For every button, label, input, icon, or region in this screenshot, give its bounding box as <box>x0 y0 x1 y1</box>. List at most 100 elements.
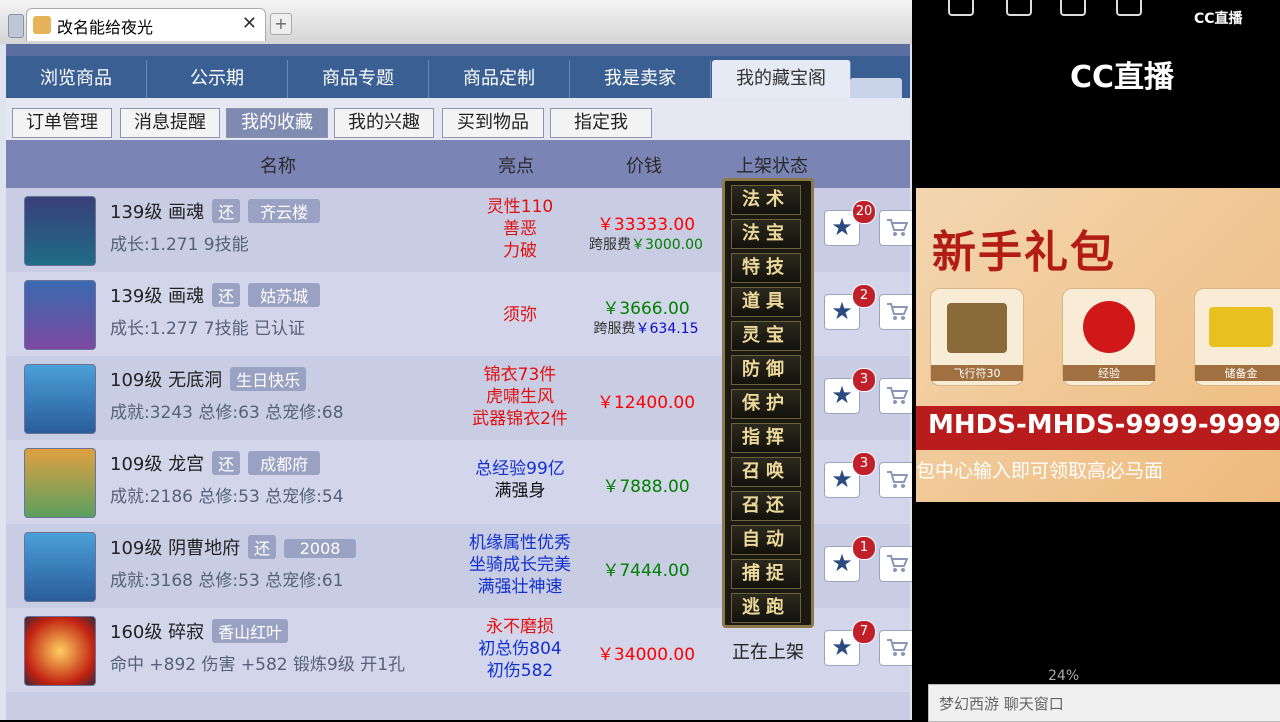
command-artifact[interactable]: 法宝 <box>731 219 801 249</box>
zoom-level: 24% <box>1048 668 1080 684</box>
character-avatar <box>24 532 96 602</box>
weapon-avatar <box>24 616 96 686</box>
banner-title: 新手礼包 <box>932 227 1116 278</box>
tab-topics[interactable]: 商品专题 <box>288 60 429 98</box>
cc-watermark: CC直播 <box>1194 11 1243 27</box>
header-name: 名称 <box>260 156 296 177</box>
pen-icon[interactable] <box>948 0 974 16</box>
header-price: 价钱 <box>626 156 662 177</box>
command-auto[interactable]: 自动 <box>731 525 801 555</box>
cart-icon[interactable] <box>879 378 912 414</box>
gift-item: 经验 <box>1062 288 1156 386</box>
gift-item: 飞行符30 <box>930 288 1024 386</box>
listing-status: 正在上架 <box>732 642 804 663</box>
price: ￥33333.00 <box>596 215 696 235</box>
character-avatar <box>24 280 96 350</box>
character-avatar <box>24 448 96 518</box>
character-stats: 成就:2186 总修:53 总宠修:54 <box>110 487 344 507</box>
tab-browse[interactable]: 浏览商品 <box>6 60 147 98</box>
highlights: 永不磨损 初总伤804 初伤582 <box>478 617 562 681</box>
command-special[interactable]: 特技 <box>731 253 801 283</box>
character-title: 139级 画魂还齐云楼 <box>110 198 321 224</box>
command-spell[interactable]: 法术 <box>731 185 801 215</box>
favorite-count-badge: 3 <box>852 368 876 392</box>
cart-icon[interactable] <box>879 294 912 330</box>
price: ￥7444.00 <box>602 561 690 581</box>
character-stats: 成长:1.277 7技能 已认证 <box>110 319 306 339</box>
command-capture[interactable]: 捕捉 <box>731 559 801 589</box>
chat-window-bar[interactable]: 梦幻西游 聊天窗口 <box>928 684 1280 722</box>
tab-public[interactable]: 公示期 <box>147 60 288 98</box>
sub-nav: 订单管理 消息提醒 我的收藏 我的兴趣 买到物品 指定我 <box>6 98 910 140</box>
favorite-count-badge: 3 <box>852 452 876 476</box>
favorite-count-badge: 20 <box>852 200 876 224</box>
main-nav: 浏览商品 公示期 商品专题 商品定制 我是卖家 我的藏宝阁 <box>6 56 910 102</box>
command-item[interactable]: 道具 <box>731 287 801 317</box>
highlights: 锦衣73件 虎啸生风 武器锦衣2件 <box>472 365 568 429</box>
cross-server-fee: 跨服费￥3000.00 <box>589 237 703 253</box>
purchased-items-button[interactable]: 买到物品 <box>442 108 544 138</box>
tab-my-treasure[interactable]: 我的藏宝阁 <box>712 60 851 98</box>
assigned-to-me-button[interactable]: 指定我 <box>550 108 652 138</box>
item-stats: 命中 +892 伤害 +582 锻炼9级 开1孔 <box>110 655 406 675</box>
command-flee[interactable]: 逃跑 <box>731 593 801 623</box>
character-stats: 成就:3168 总修:53 总宠修:61 <box>110 571 344 591</box>
window-tab-title: 改名能给夜光 <box>57 18 154 37</box>
tab-custom[interactable]: 商品定制 <box>429 60 570 98</box>
highlights: 机缘属性优秀 坐骑成长完美 满强壮神速 <box>469 533 571 597</box>
price: ￥12400.00 <box>596 393 696 413</box>
newbie-gift-banner: 新手礼包 飞行符30 经验 储备金 MHDS-MHDS-9999-9999 包中… <box>916 188 1280 502</box>
my-favorites-button[interactable]: 我的收藏 <box>226 108 328 138</box>
cart-icon[interactable] <box>879 630 912 666</box>
cart-icon[interactable] <box>879 546 912 582</box>
character-stats: 成长:1.271 9技能 <box>110 235 249 255</box>
order-management-button[interactable]: 订单管理 <box>12 108 112 138</box>
new-tab-button[interactable]: + <box>270 13 292 35</box>
command-recall[interactable]: 召还 <box>731 491 801 521</box>
cart-icon[interactable] <box>879 462 912 498</box>
favorite-count-badge: 2 <box>852 284 876 308</box>
cross-server-fee: 跨服费￥634.15 <box>593 321 699 337</box>
chat-window-label: 梦幻西游 聊天窗口 <box>939 695 1064 713</box>
highlights: 灵性110 善恶 力破 <box>486 197 554 261</box>
command-defend[interactable]: 防御 <box>731 355 801 385</box>
character-title: 139级 画魂还姑苏城 <box>110 282 321 308</box>
app-icon <box>33 16 51 34</box>
redeem-code: MHDS-MHDS-9999-9999 <box>928 410 1280 440</box>
price: ￥7888.00 <box>602 477 690 497</box>
more-icon[interactable] <box>1116 0 1142 16</box>
command-spirit[interactable]: 灵宝 <box>731 321 801 351</box>
command-protect[interactable]: 保护 <box>731 389 801 419</box>
highlights: 须弥 <box>503 305 537 325</box>
my-interests-button[interactable]: 我的兴趣 <box>334 108 434 138</box>
trash-icon[interactable] <box>1060 0 1086 16</box>
stream-panel: CC直播 CC直播 新手礼包 飞行符30 经验 储备金 MHDS-MHDS-99… <box>912 0 1280 722</box>
header-status: 上架状态 <box>736 156 808 177</box>
header-highlight: 亮点 <box>498 156 534 177</box>
redeem-code-strip: MHDS-MHDS-9999-9999 <box>916 406 1280 450</box>
character-title: 109级 龙宫还成都府 <box>110 450 321 476</box>
window-tab[interactable]: 改名能给夜光 ✕ <box>26 8 266 41</box>
character-avatar <box>24 364 96 434</box>
character-avatar <box>24 196 96 266</box>
price: ￥34000.00 <box>596 645 696 665</box>
favorite-count-badge: 1 <box>852 536 876 560</box>
close-tab-icon[interactable]: ✕ <box>242 13 257 34</box>
gift-item: 储备金 <box>1194 288 1280 386</box>
window-tabstrip: 改名能给夜光 ✕ + <box>0 0 912 44</box>
character-title: 109级 无底洞 生日快乐 <box>110 366 307 392</box>
highlights: 总经验99亿 满强身 <box>475 459 565 501</box>
share-icon[interactable] <box>1006 0 1032 16</box>
battle-command-menu: 法术 法宝 特技 道具 灵宝 防御 保护 指挥 召唤 召还 自动 捕捉 逃跑 <box>722 178 814 628</box>
banner-hint: 包中心输入即可领取高必马面 <box>916 460 1164 482</box>
favorite-count-badge: 7 <box>852 620 876 644</box>
price: ￥3666.00 <box>602 299 690 319</box>
command-direct[interactable]: 指挥 <box>731 423 801 453</box>
message-reminder-button[interactable]: 消息提醒 <box>120 108 220 138</box>
cc-logo-text: CC直播 <box>1070 60 1175 95</box>
item-title: 160级 碎寂 香山红叶 <box>110 618 289 644</box>
cart-icon[interactable] <box>879 210 912 246</box>
tab-seller[interactable]: 我是卖家 <box>570 60 711 98</box>
command-summon[interactable]: 召唤 <box>731 457 801 487</box>
system-menu-button[interactable] <box>8 14 24 38</box>
